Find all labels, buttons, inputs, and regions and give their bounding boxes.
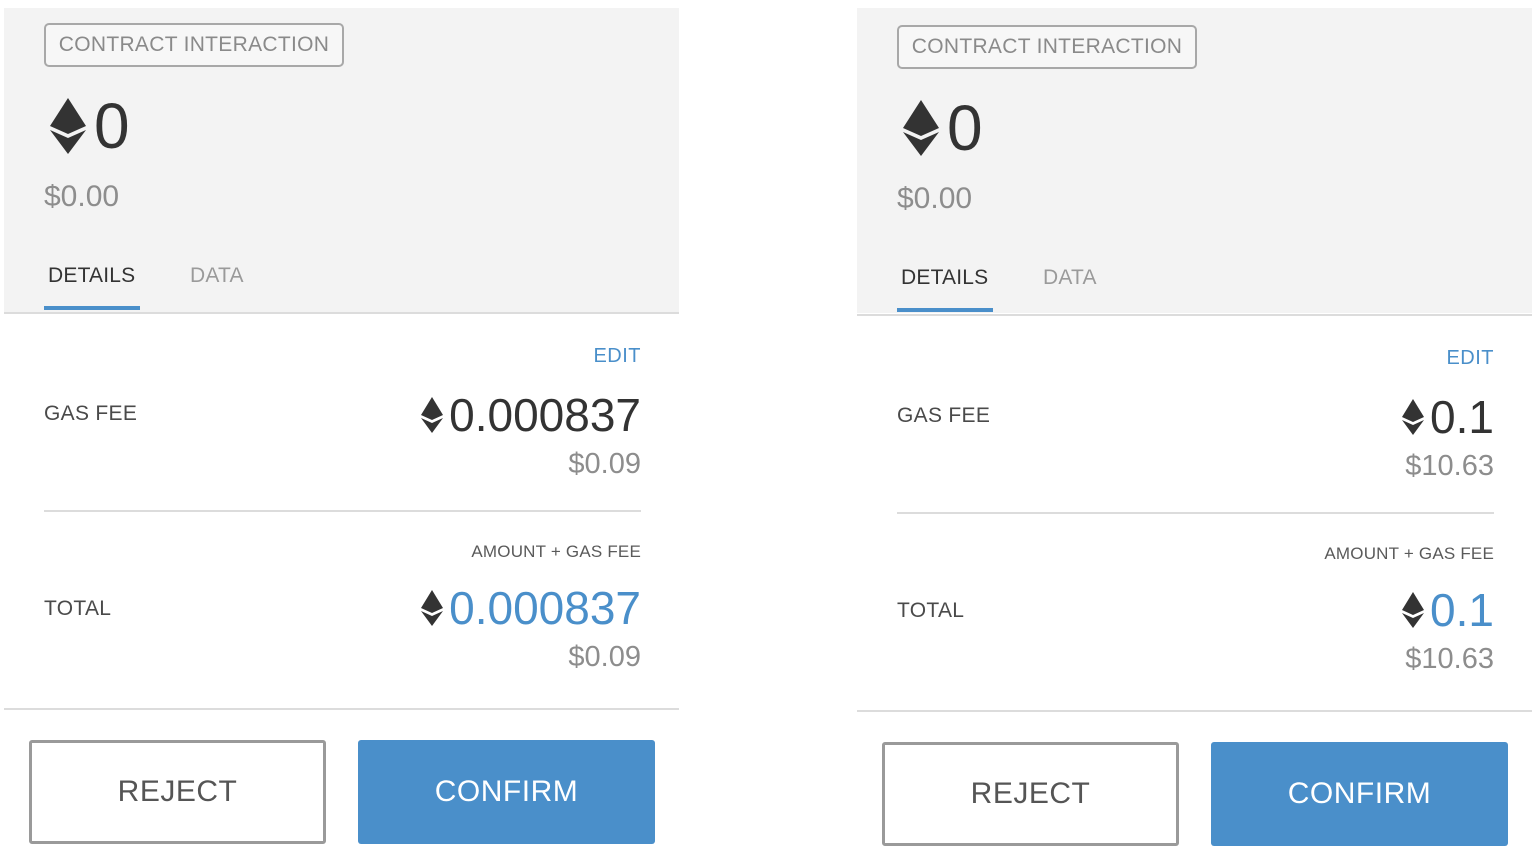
- gas-fee-label: GAS FEE: [897, 404, 991, 427]
- ethereum-diamond-icon: [1402, 399, 1425, 435]
- amount-fiat: $0.00: [44, 180, 120, 213]
- gas-fee-fiat: $10.63: [1405, 450, 1494, 482]
- amount-display: 0: [903, 90, 983, 166]
- total-value-row: 0.000837: [421, 583, 641, 633]
- confirm-button[interactable]: CONFIRM: [1211, 742, 1508, 846]
- amount-value: 0: [947, 92, 983, 164]
- divider: [857, 710, 1532, 712]
- amount-fiat: $0.00: [897, 182, 973, 215]
- divider: [897, 512, 1494, 514]
- reject-button[interactable]: REJECT: [882, 742, 1179, 846]
- total-sublabel: AMOUNT + GAS FEE: [471, 542, 641, 561]
- total-sublabel: AMOUNT + GAS FEE: [1324, 544, 1494, 563]
- tab-details[interactable]: DETAILS: [48, 264, 135, 288]
- total-value: 0.000837: [449, 582, 641, 634]
- gas-fee-value-row: 0.1: [1402, 392, 1494, 442]
- gas-fee-value-row: 0.000837: [421, 390, 641, 440]
- confirm-panel-left: CONTRACT INTERACTION 0 $0.00 DETAILS DAT…: [4, 0, 679, 853]
- total-label: TOTAL: [897, 599, 965, 622]
- divider: [44, 510, 641, 512]
- total-value-row: 0.1: [1402, 585, 1494, 635]
- reject-button[interactable]: REJECT: [29, 740, 326, 844]
- tab-data[interactable]: DATA: [190, 264, 244, 288]
- divider: [4, 312, 679, 314]
- ethereum-diamond-icon: [421, 397, 444, 433]
- gas-fee-fiat: $0.09: [568, 448, 641, 480]
- total-label: TOTAL: [44, 597, 112, 620]
- total-value: 0.1: [1430, 584, 1494, 636]
- ethereum-diamond-icon: [50, 98, 86, 154]
- confirm-button[interactable]: CONFIRM: [358, 740, 655, 844]
- gas-fee-value: 0.000837: [449, 389, 641, 441]
- edit-gas-button[interactable]: EDIT: [1446, 347, 1494, 370]
- gas-fee-value: 0.1: [1430, 391, 1494, 443]
- transaction-type-badge: CONTRACT INTERACTION: [897, 25, 1197, 69]
- tab-data[interactable]: DATA: [1043, 266, 1097, 290]
- confirm-panel-right: CONTRACT INTERACTION 0 $0.00 DETAILS DAT…: [857, 0, 1532, 853]
- edit-gas-button[interactable]: EDIT: [593, 345, 641, 368]
- transaction-type-badge: CONTRACT INTERACTION: [44, 23, 344, 67]
- active-tab-indicator: [897, 308, 993, 312]
- divider: [4, 708, 679, 710]
- ethereum-diamond-icon: [421, 590, 444, 626]
- ethereum-diamond-icon: [1402, 592, 1425, 628]
- gas-fee-label: GAS FEE: [44, 402, 138, 425]
- active-tab-indicator: [44, 306, 140, 310]
- tab-details[interactable]: DETAILS: [901, 266, 988, 290]
- total-fiat: $0.09: [568, 641, 641, 673]
- divider: [857, 314, 1532, 316]
- total-fiat: $10.63: [1405, 643, 1494, 675]
- amount-value: 0: [94, 90, 130, 162]
- ethereum-diamond-icon: [903, 100, 939, 156]
- amount-display: 0: [50, 88, 130, 164]
